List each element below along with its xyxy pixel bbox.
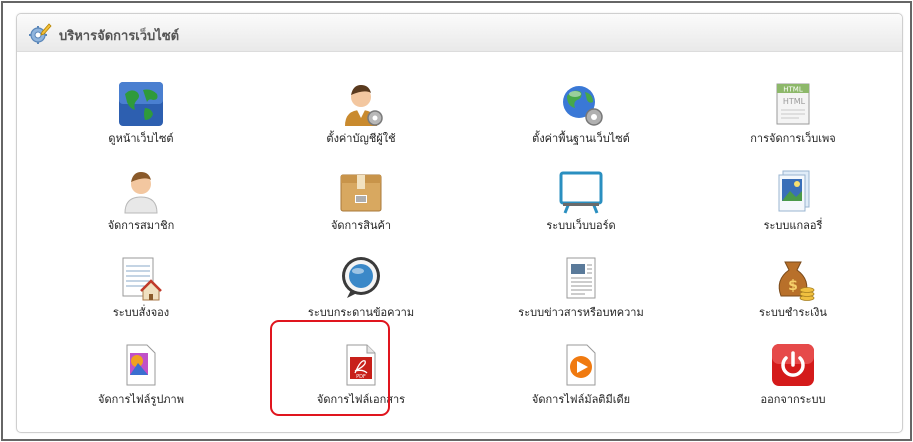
menu-item-gallery[interactable]: ระบบแกลอรี่ xyxy=(693,167,893,247)
svg-text:HTML: HTML xyxy=(783,86,803,94)
menu-item-label: จัดการไฟล์รูปภาพ xyxy=(98,393,184,406)
globe-icon xyxy=(119,82,163,126)
globe-gear-icon xyxy=(563,86,603,126)
menu-item-label: จัดการไฟล์เอกสาร xyxy=(316,393,406,406)
menu-item-webboard[interactable]: ระบบเว็บบอร์ด xyxy=(481,167,681,247)
menu-item-news-articles[interactable]: ระบบข่าวสารหรือบทความ xyxy=(481,254,681,334)
gallery-icon xyxy=(778,170,810,212)
power-icon xyxy=(772,344,814,386)
image-file-icon xyxy=(126,344,156,386)
svg-text:$: $ xyxy=(788,278,798,294)
menu-item-label: ระบบกระดานข้อความ xyxy=(307,306,415,319)
menu-item-product-management[interactable]: จัดการสินค้า xyxy=(261,167,461,247)
menu-item-label: ระบบสั่งจอง xyxy=(112,306,170,319)
menu-item-document-files[interactable]: PDF จัดการไฟล์เอกสาร xyxy=(261,341,461,421)
menu-item-label: ระบบข่าวสารหรือบทความ xyxy=(518,306,644,319)
menu-item-label: จัดการสมาชิก xyxy=(107,219,175,232)
user-gear-icon xyxy=(345,85,383,126)
menu-item-view-website[interactable]: ดูหน้าเว็บไซต์ xyxy=(41,80,241,160)
menu-item-label: ระบบแกลอรี่ xyxy=(763,219,823,232)
svg-text:HTML: HTML xyxy=(783,97,806,106)
news-article-icon xyxy=(566,257,596,299)
window-frame: บริหารจัดการเว็บไซต์ ดูหน้าเว็บไซต์ ตั้ง… xyxy=(1,1,912,441)
menu-item-label: ระบบชำระเงิน xyxy=(759,306,827,319)
gear-pencil-icon xyxy=(29,23,52,44)
product-box-icon xyxy=(340,174,382,212)
menu-item-multimedia-files[interactable]: จัดการไฟล์มัลติมีเดีย xyxy=(481,341,681,421)
member-icon xyxy=(124,172,158,214)
menu-item-label: ตั้งค่าพื้นฐานเว็บไซต์ xyxy=(532,132,630,145)
panel-header: บริหารจัดการเว็บไซต์ xyxy=(17,14,902,52)
webboard-icon xyxy=(559,171,603,214)
menu-item-user-account-settings[interactable]: ตั้งค่าบัญชีผู้ใช้ xyxy=(261,80,461,160)
admin-panel: บริหารจัดการเว็บไซต์ ดูหน้าเว็บไซต์ ตั้ง… xyxy=(16,13,903,433)
pdf-file-icon: PDF xyxy=(346,344,376,386)
media-file-icon xyxy=(566,344,596,386)
menu-item-label: จัดการไฟล์มัลติมีเดีย xyxy=(531,393,631,406)
menu-item-member-management[interactable]: จัดการสมาชิก xyxy=(41,167,241,247)
menu-item-booking[interactable]: ระบบสั่งจอง xyxy=(41,254,241,334)
svg-text:PDF: PDF xyxy=(356,374,366,380)
message-bubble-icon xyxy=(342,257,380,298)
menu-item-label: ออกจากระบบ xyxy=(760,393,826,406)
menu-item-label: จัดการสินค้า xyxy=(330,219,392,232)
html-page-icon: HTML HTML xyxy=(776,83,810,125)
menu-item-logout[interactable]: ออกจากระบบ xyxy=(693,341,893,421)
booking-icon xyxy=(122,257,162,301)
menu-item-webpage-management[interactable]: HTML HTML การจัดการเว็บเพจ xyxy=(693,80,893,160)
panel-title: บริหารจัดการเว็บไซต์ xyxy=(59,29,180,44)
menu-item-label: ตั้งค่าบัญชีผู้ใช้ xyxy=(326,132,396,145)
menu-item-image-files[interactable]: จัดการไฟล์รูปภาพ xyxy=(41,341,241,421)
menu-item-label: ระบบเว็บบอร์ด xyxy=(546,219,616,232)
menu-item-label: การจัดการเว็บเพจ xyxy=(750,132,836,145)
money-bag-icon: $ xyxy=(778,261,815,301)
menu-item-message-board[interactable]: ระบบกระดานข้อความ xyxy=(261,254,461,334)
menu-item-payment[interactable]: $ ระบบชำระเงิน xyxy=(693,254,893,334)
menu-item-website-basic-settings[interactable]: ตั้งค่าพื้นฐานเว็บไซต์ xyxy=(481,80,681,160)
menu-item-label: ดูหน้าเว็บไซต์ xyxy=(108,132,174,145)
